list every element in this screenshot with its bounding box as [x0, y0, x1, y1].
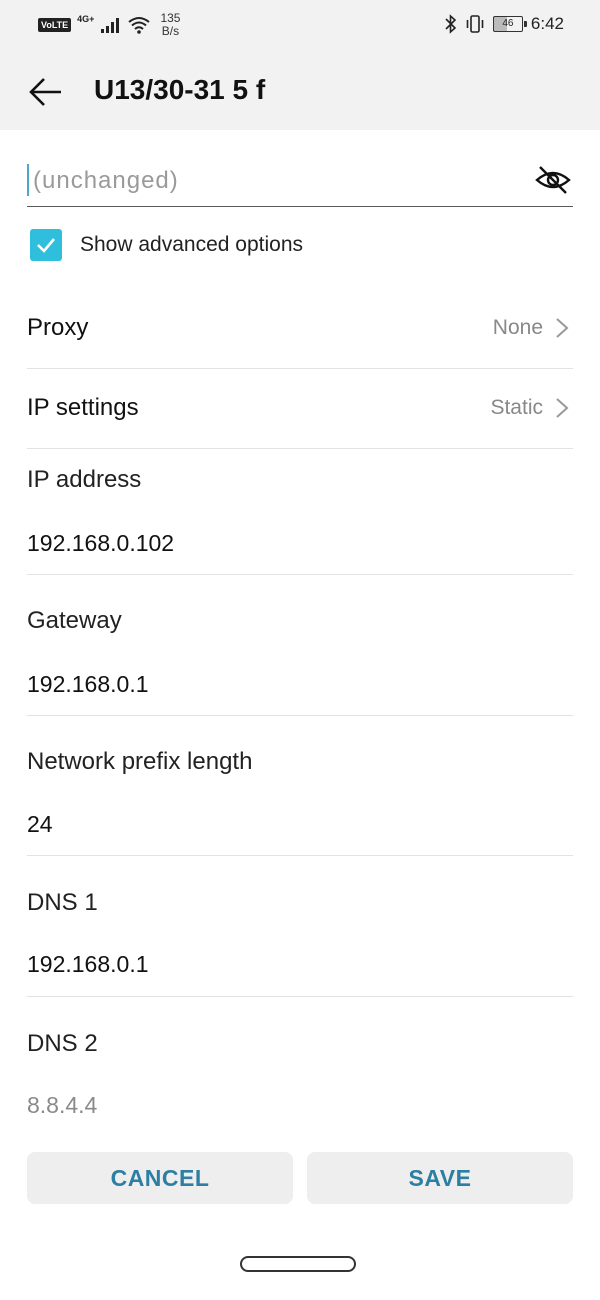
clock: 6:42	[530, 14, 564, 33]
password-field[interactable]	[27, 150, 573, 207]
dns1-section: DNS 1	[27, 869, 573, 997]
show-advanced-options[interactable]: Show advanced options	[30, 229, 303, 261]
app-bar: U13/30-31 5 f	[0, 52, 600, 130]
dns2-section: DNS 2	[27, 1010, 573, 1130]
ip-address-section: IP address	[27, 448, 573, 575]
dns2-label: DNS 2	[27, 1030, 98, 1057]
gateway-label: Gateway	[27, 607, 122, 634]
proxy-row[interactable]: Proxy None	[27, 288, 573, 369]
cancel-button[interactable]: CANCEL	[27, 1152, 293, 1204]
network-type: 4G+	[77, 14, 95, 24]
text-cursor	[27, 164, 29, 196]
status-right: 46 6:42	[445, 14, 564, 34]
advanced-label: Show advanced options	[80, 233, 303, 256]
status-left: VoLTE 4G+ 135 B/s	[38, 12, 180, 38]
status-bar: VoLTE 4G+ 135 B/s 46 6:42	[0, 0, 600, 52]
volte-badge: VoLTE	[38, 18, 72, 32]
dns1-input[interactable]	[27, 944, 573, 984]
battery-icon: 46	[492, 16, 527, 32]
chevron-right-icon	[556, 318, 569, 338]
hide-password-icon[interactable]	[535, 164, 571, 196]
save-button[interactable]: SAVE	[307, 1152, 573, 1204]
checkmark-icon	[37, 238, 55, 253]
ip-address-label: IP address	[27, 466, 142, 493]
wifi-icon	[128, 17, 151, 34]
password-input[interactable]	[31, 160, 515, 202]
divider	[27, 855, 573, 856]
battery-level: 46	[502, 18, 514, 29]
prefix-section: Network prefix length	[27, 729, 573, 857]
chevron-right-icon	[556, 398, 569, 418]
divider	[27, 574, 573, 575]
prefix-label: Network prefix length	[27, 748, 253, 775]
advanced-checkbox[interactable]	[30, 229, 62, 261]
ip-settings-label: IP settings	[27, 394, 139, 421]
proxy-label: Proxy	[27, 314, 89, 341]
dns2-input[interactable]	[27, 1085, 573, 1125]
dns1-label: DNS 1	[27, 889, 98, 916]
home-indicator[interactable]	[240, 1256, 356, 1272]
gateway-input[interactable]	[27, 664, 573, 704]
vibrate-icon	[466, 15, 484, 33]
speed-unit: B/s	[161, 24, 180, 38]
network-speed: 135 B/s	[160, 12, 180, 38]
ip-settings-row[interactable]: IP settings Static	[27, 368, 573, 449]
back-arrow-icon[interactable]	[28, 74, 64, 110]
cell-signal-icon	[101, 18, 120, 33]
network-title: U13/30-31 5 f	[94, 74, 266, 105]
gateway-section: Gateway	[27, 588, 573, 716]
prefix-input[interactable]	[27, 804, 573, 844]
proxy-value: None	[492, 316, 543, 339]
divider	[27, 996, 573, 997]
ip-address-input[interactable]	[27, 523, 573, 563]
divider	[27, 715, 573, 716]
ip-settings-value: Static	[490, 396, 543, 419]
bluetooth-icon	[445, 14, 457, 34]
